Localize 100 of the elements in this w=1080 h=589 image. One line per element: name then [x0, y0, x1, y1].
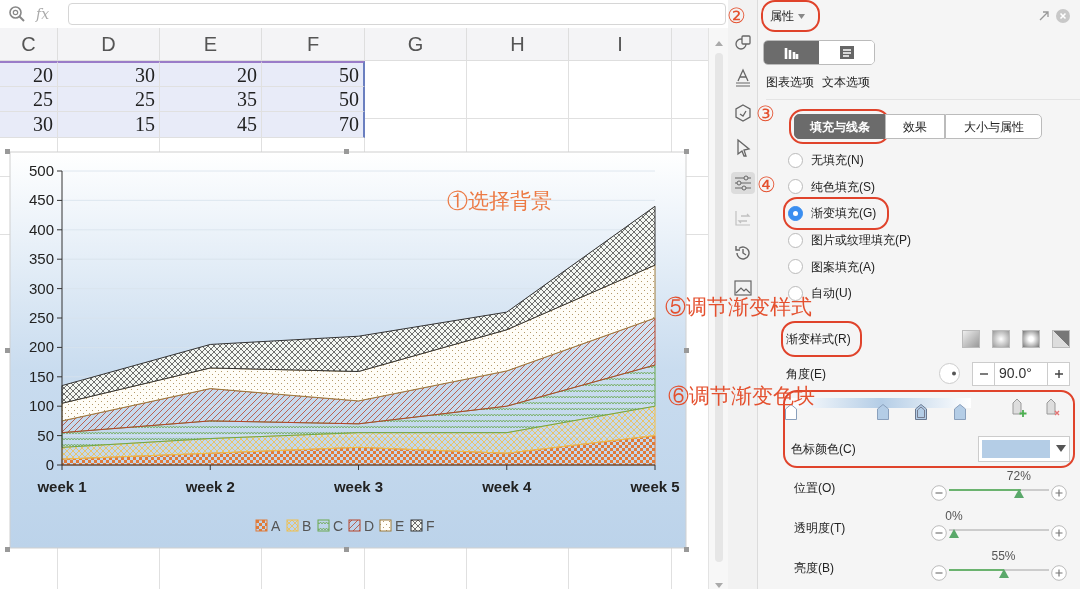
view-toggle[interactable]: [763, 40, 875, 65]
caret-icon: [798, 13, 805, 19]
table-cell[interactable]: 50: [262, 61, 365, 87]
area-series[interactable]: [61, 317, 656, 434]
resize-handle[interactable]: [5, 149, 10, 154]
annotation-label: ⑤调节渐变样式: [665, 296, 812, 317]
legend-label[interactable]: D: [364, 518, 375, 534]
column-header[interactable]: D: [58, 28, 160, 60]
down-arrow-icon[interactable]: [713, 582, 724, 589]
table-cell[interactable]: 25: [58, 86, 160, 112]
close-icon[interactable]: [1056, 9, 1070, 23]
radio-button[interactable]: [788, 152, 803, 168]
legend-label[interactable]: F: [426, 518, 435, 534]
table-cell[interactable]: 70: [262, 112, 365, 138]
resize-handle[interactable]: [344, 149, 349, 154]
gradient-preset-button[interactable]: [992, 329, 1010, 348]
pin-icon[interactable]: [1038, 10, 1050, 22]
resize-handle[interactable]: [5, 348, 10, 353]
legend-swatch[interactable]: [255, 519, 268, 532]
table-cell[interactable]: 30: [0, 112, 58, 138]
y-tick-label: 450: [28, 191, 54, 209]
resize-handle[interactable]: [344, 547, 349, 552]
slider-track[interactable]: [949, 526, 1049, 539]
slider-track[interactable]: [949, 566, 1049, 579]
plus-icon[interactable]: [1051, 484, 1067, 501]
radio-button[interactable]: [788, 232, 803, 248]
radio-label[interactable]: 渐变填充(G): [811, 204, 877, 223]
plus-icon[interactable]: [1051, 524, 1067, 541]
tab[interactable]: 大小与属性: [945, 114, 1042, 139]
legend-swatch[interactable]: [410, 519, 423, 532]
angle-dial[interactable]: [939, 363, 960, 385]
increment-button[interactable]: [1047, 361, 1070, 386]
radio-label[interactable]: 图片或纹理填充(P): [811, 231, 911, 250]
chart-options-button[interactable]: [764, 41, 819, 64]
decrement-button[interactable]: [972, 361, 995, 386]
add-stop-icon[interactable]: [1011, 397, 1027, 418]
minus-icon[interactable]: [931, 564, 947, 581]
legend-label[interactable]: B: [302, 518, 312, 534]
radio-label[interactable]: 自动(U): [811, 284, 852, 303]
table-cell[interactable]: 45: [160, 112, 262, 138]
column-header[interactable]: H: [467, 28, 569, 60]
radio-button[interactable]: [788, 206, 803, 221]
resize-handle[interactable]: [684, 348, 689, 353]
table-cell[interactable]: 25: [0, 86, 58, 112]
radio-label[interactable]: 无填充(N): [811, 151, 864, 170]
area-series[interactable]: [61, 264, 656, 422]
table-cell[interactable]: 50: [262, 86, 365, 112]
resize-handle[interactable]: [684, 149, 689, 154]
radio-label[interactable]: 图案填充(A): [811, 257, 875, 276]
view-label[interactable]: 图表选项: [766, 73, 814, 91]
legend-label[interactable]: E: [395, 518, 405, 534]
properties-dropdown[interactable]: 属性: [766, 5, 815, 27]
legend-swatch[interactable]: [317, 519, 330, 532]
column-header[interactable]: I: [569, 28, 672, 60]
gradient-stop[interactable]: [954, 403, 967, 420]
view-label[interactable]: 文本选项: [822, 73, 870, 91]
column-header[interactable]: F: [262, 28, 365, 60]
gradient-stop[interactable]: [914, 403, 927, 420]
resize-handle[interactable]: [684, 547, 689, 552]
area-series[interactable]: [61, 364, 656, 448]
slider-track[interactable]: [949, 486, 1049, 499]
table-cell[interactable]: 15: [58, 112, 160, 138]
minus-icon[interactable]: [931, 484, 947, 501]
gradient-preset-button[interactable]: [962, 329, 980, 348]
radio-button[interactable]: [788, 259, 803, 275]
sliders-icon[interactable]: [730, 172, 755, 194]
y-tick-label: 250: [28, 309, 54, 326]
gradient-preset-button[interactable]: [1052, 329, 1070, 348]
legend-swatch[interactable]: [379, 519, 392, 532]
radio-button[interactable]: [788, 179, 803, 195]
column-header[interactable]: C: [0, 28, 58, 60]
column-header[interactable]: G: [365, 28, 467, 60]
up-arrow-icon[interactable]: [713, 40, 724, 47]
minus-icon[interactable]: [931, 524, 947, 541]
table-cell[interactable]: 20: [160, 61, 262, 87]
text-options-button[interactable]: [819, 41, 874, 64]
resize-handle[interactable]: [5, 547, 10, 552]
color-dropdown[interactable]: [978, 435, 1070, 462]
field-label: 角度(E): [786, 365, 826, 383]
angle-input[interactable]: 90.0°: [995, 361, 1047, 386]
annotation-label: ④: [757, 174, 776, 195]
legend-label[interactable]: A: [271, 518, 281, 534]
y-tick-label: 50: [37, 426, 54, 444]
table-cell[interactable]: 35: [160, 86, 262, 112]
table-cell[interactable]: 30: [58, 61, 160, 87]
tab[interactable]: 填充与线条: [794, 114, 885, 139]
dropdown-label[interactable]: 属性: [770, 7, 794, 25]
gradient-preset-button[interactable]: [1022, 329, 1040, 348]
radio-label[interactable]: 纯色填充(S): [811, 177, 875, 196]
y-tick-label: 200: [28, 338, 54, 356]
formula-input[interactable]: [68, 3, 726, 25]
legend-label[interactable]: C: [333, 518, 344, 534]
legend-swatch[interactable]: [348, 519, 361, 532]
zoom-icon[interactable]: [8, 5, 26, 23]
column-header[interactable]: E: [160, 28, 262, 60]
table-cell[interactable]: 20: [0, 61, 58, 87]
plus-icon[interactable]: [1051, 564, 1067, 581]
remove-stop-icon[interactable]: [1045, 397, 1061, 418]
tab[interactable]: 效果: [885, 114, 945, 139]
gradient-stop[interactable]: [876, 403, 889, 420]
